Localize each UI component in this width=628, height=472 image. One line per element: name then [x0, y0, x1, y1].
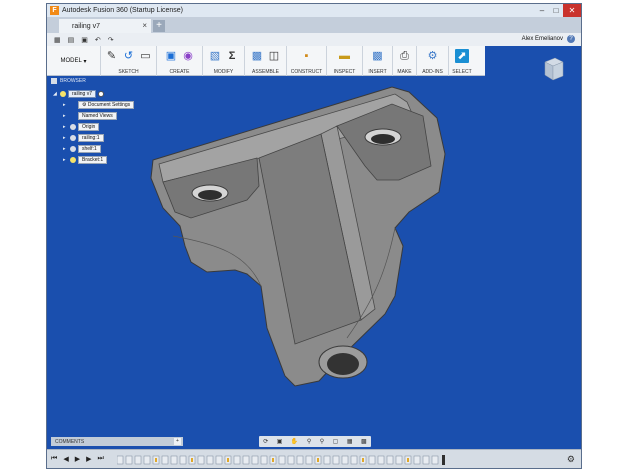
go-to-end-icon[interactable]: ⏭ [97, 455, 103, 463]
file-icon[interactable]: ▤ [68, 36, 75, 44]
display-settings-icon[interactable]: ▢ [333, 438, 339, 445]
sketch-label: SKETCH [118, 69, 139, 75]
make-label: MAKE [397, 69, 412, 75]
select-cursor-icon[interactable]: ⬈ [455, 49, 469, 63]
zoom-icon[interactable]: ⚲ [307, 438, 311, 445]
workspace-label: MODEL [60, 58, 82, 64]
workspace-switcher[interactable]: MODEL ▾ [47, 46, 101, 76]
undo-icon[interactable]: ↶ [95, 36, 101, 44]
step-forward-icon[interactable]: ▶ [86, 455, 91, 463]
timeline-controls: ⏮ ◀ ▶ ▶ ⏭ [51, 455, 104, 463]
printer-icon[interactable]: ⎙ [398, 49, 412, 63]
user-name[interactable]: Alex Emelianov [522, 36, 563, 42]
timeline-features[interactable] [117, 455, 447, 465]
construct-group[interactable]: ▪ CONSTRUCT [287, 46, 327, 76]
look-at-icon[interactable]: ▣ [277, 438, 283, 445]
orbit-icon[interactable]: ⟳ [263, 438, 268, 445]
extrude-icon[interactable]: ▣ [164, 49, 178, 63]
help-icon[interactable]: ? [567, 35, 575, 43]
arc-icon[interactable]: ↺ [122, 49, 136, 63]
toolbar-ribbon: MODEL ▾ ✎ ↺ ▭ SKETCH ▣ ◉ CREATE ▧ Σ MODI… [47, 46, 485, 76]
insert-image-icon[interactable]: ▩ [371, 49, 385, 63]
bracket-model[interactable] [47, 76, 582, 436]
pan-icon[interactable]: ✋ [291, 438, 298, 445]
close-icon[interactable]: ✕ [563, 4, 581, 17]
document-tab-bar: railing v7 × + [47, 17, 581, 33]
joint-icon[interactable]: ◫ [267, 49, 281, 63]
make-group[interactable]: ⎙ MAKE [393, 46, 417, 76]
assemble-label: ASSEMBLE [252, 69, 279, 75]
rectangle-icon[interactable]: ▭ [139, 49, 153, 63]
press-pull-icon[interactable]: ▧ [208, 49, 222, 63]
assemble-group[interactable]: ▩ ◫ ASSEMBLE [245, 46, 287, 76]
fit-icon[interactable]: ⚲ [320, 438, 324, 445]
title-bar: F Autodesk Fusion 360 (Startup License) … [47, 4, 581, 17]
new-tab-icon[interactable]: + [153, 20, 165, 32]
component-icon[interactable]: ▩ [250, 49, 264, 63]
comments-label: COMMENTS [55, 438, 85, 445]
window-controls: – □ ✕ [535, 4, 581, 17]
play-icon[interactable]: ▶ [75, 455, 80, 463]
inspect-label: INSPECT [333, 69, 356, 75]
grid-menu-icon[interactable]: ▦ [54, 36, 61, 44]
timeline-bar: ⏮ ◀ ▶ ▶ ⏭ ⚙ [47, 449, 581, 468]
comments-panel[interactable]: COMMENTS + [51, 437, 183, 446]
quick-access-toolbar: ▦ ▤ ▣ ↶ ↷ Alex Emelianov ? [47, 33, 581, 46]
addins-group[interactable]: ⚙ ADD-INS [417, 46, 449, 76]
sigma-icon[interactable]: Σ [225, 49, 239, 63]
addins-label: ADD-INS [422, 69, 443, 75]
go-to-start-icon[interactable]: ⏮ [51, 455, 57, 463]
navigation-bar: ⟳ ▣ ✋ ⚲ ⚲ ▢ ▦ ▩ [259, 436, 371, 447]
modify-label: MODIFY [213, 69, 234, 75]
select-label: SELECT [452, 69, 472, 75]
step-back-icon[interactable]: ◀ [63, 455, 68, 463]
plane-icon[interactable]: ▪ [300, 49, 314, 63]
tab-close-icon[interactable]: × [142, 21, 147, 30]
inspect-group[interactable]: ▬ INSPECT [327, 46, 363, 76]
scripts-icon[interactable]: ⚙ [426, 49, 440, 63]
viewports-icon[interactable]: ▩ [361, 438, 367, 445]
redo-icon[interactable]: ↷ [108, 36, 114, 44]
create-group[interactable]: ▣ ◉ CREATE [157, 46, 203, 76]
create-label: CREATE [169, 69, 190, 75]
save-icon[interactable]: ▣ [81, 36, 88, 44]
maximize-icon[interactable]: □ [549, 4, 563, 17]
timeline-settings-gear-icon[interactable]: ⚙ [567, 454, 575, 465]
fusion-logo-icon: F [50, 6, 59, 15]
construct-label: CONSTRUCT [290, 69, 323, 75]
fusion-window: F Autodesk Fusion 360 (Startup License) … [46, 3, 582, 469]
sketch-group[interactable]: ✎ ↺ ▭ SKETCH [101, 46, 157, 76]
document-tab[interactable]: railing v7 × [59, 19, 151, 33]
modify-group[interactable]: ▧ Σ MODIFY [203, 46, 245, 76]
minimize-icon[interactable]: – [535, 4, 549, 17]
window-title: Autodesk Fusion 360 (Startup License) [62, 7, 184, 14]
document-tab-label: railing v7 [72, 22, 101, 30]
mesh-icon[interactable]: ◉ [181, 49, 195, 63]
insert-group[interactable]: ▩ INSERT [363, 46, 393, 76]
measure-icon[interactable]: ▬ [338, 49, 352, 63]
grid-settings-icon[interactable]: ▦ [347, 438, 353, 445]
insert-label: INSERT [368, 69, 387, 75]
add-comment-icon[interactable]: + [174, 438, 181, 445]
select-group[interactable]: ⬈ SELECT [449, 46, 475, 76]
sketch-icon[interactable]: ✎ [105, 49, 119, 63]
